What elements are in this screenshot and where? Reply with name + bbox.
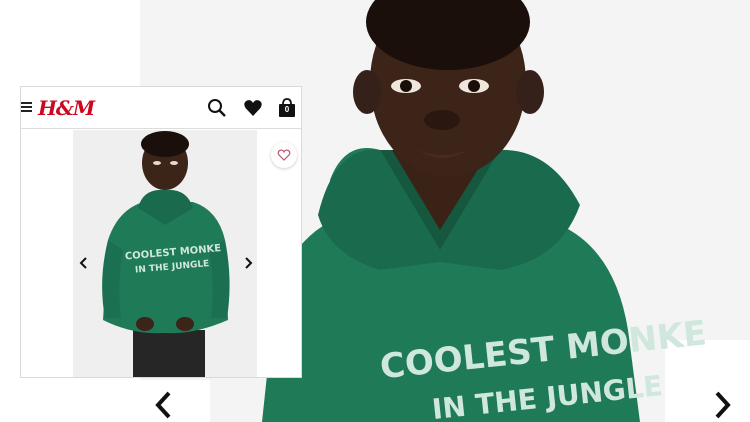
shopping-bag-icon[interactable]: 0 (277, 98, 297, 118)
heart-icon[interactable] (243, 98, 263, 118)
bag-count-badge: 0 (284, 105, 290, 114)
search-icon[interactable] (207, 98, 227, 118)
chevron-right-icon (715, 391, 731, 419)
chevron-right-icon (245, 257, 253, 269)
next-image-button[interactable] (706, 388, 740, 422)
gallery-previous-button[interactable] (73, 252, 95, 274)
brand-logo[interactable]: H&M (38, 96, 95, 120)
heart-outline-icon (277, 149, 291, 161)
store-header: H&M 0 (21, 87, 301, 129)
add-to-favorites-button[interactable] (271, 142, 297, 168)
product-gallery: COOLEST MONKE IN THE JUNGLE (21, 130, 301, 377)
hamburger-menu-icon[interactable] (21, 101, 33, 113)
chevron-left-icon (155, 391, 171, 419)
product-photo: COOLEST MONKE IN THE JUNGLE (73, 130, 257, 377)
previous-image-button[interactable] (146, 388, 180, 422)
product-page-screenshot: H&M 0 COOLEST MONKE IN THE JUNGLE (20, 86, 302, 378)
gallery-next-button[interactable] (237, 252, 259, 274)
chevron-left-icon (79, 257, 87, 269)
